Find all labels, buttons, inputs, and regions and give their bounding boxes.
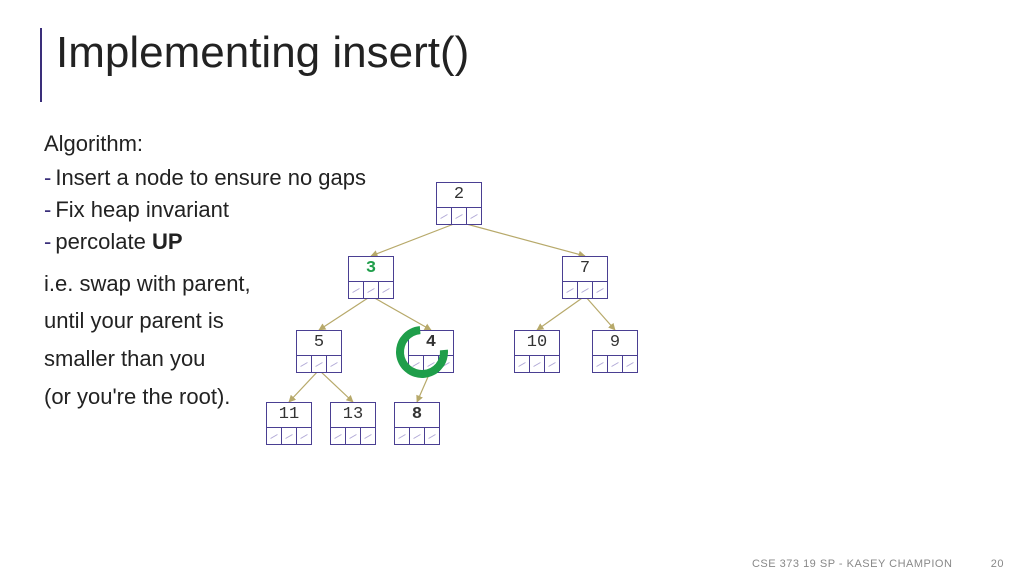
- footer-page: 20: [974, 558, 1004, 570]
- heap-edges: [0, 0, 1024, 576]
- slide-footer: CSE 373 19 SP - KASEY CHAMPION 20: [752, 558, 1004, 570]
- footer-course: CSE 373 19 SP - KASEY CHAMPION: [752, 558, 952, 570]
